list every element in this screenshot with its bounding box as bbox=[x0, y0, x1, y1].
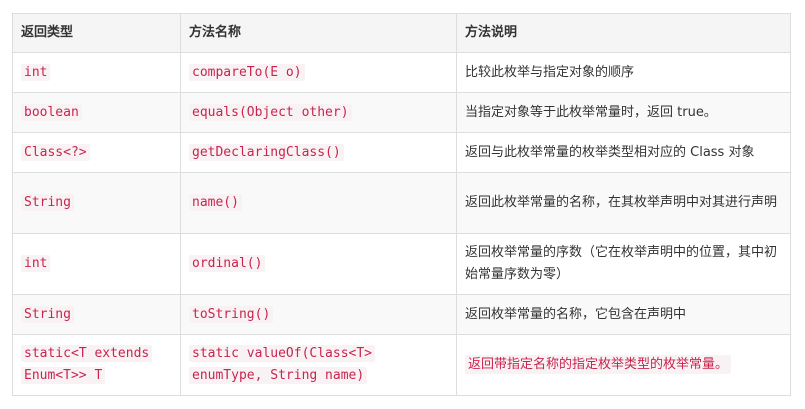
method-desc-cell: 返回此枚举常量的名称，在其枚举声明中对其进行声明 bbox=[456, 172, 791, 234]
method-name-code: toString() bbox=[189, 305, 274, 323]
method-name-code: name() bbox=[189, 194, 242, 211]
return-type-code: int bbox=[21, 255, 51, 272]
method-name-cell: name() bbox=[180, 172, 457, 234]
method-name-code: ordinal() bbox=[189, 255, 266, 272]
method-desc-cell: 返回与此枚举常量的枚举类型相对应的 Class 对象 bbox=[456, 132, 791, 173]
table-row: static<T extends Enum<T>> T static value… bbox=[12, 334, 791, 396]
return-type-cell: Class<?> bbox=[12, 132, 181, 173]
method-desc-cell: 返回带指定名称的指定枚举类型的枚举常量。 bbox=[456, 334, 791, 396]
return-type-code: Class<?> bbox=[21, 143, 90, 161]
method-name-code: getDeclaringClass() bbox=[189, 143, 344, 161]
table-row: Class<?> getDeclaringClass() 返回与此枚举常量的枚举… bbox=[12, 132, 791, 173]
method-name-cell: static valueOf(Class<T> enumType, String… bbox=[180, 334, 457, 396]
table-row: boolean equals(Object other) 当指定对象等于此枚举常… bbox=[12, 92, 791, 133]
method-name-code: static valueOf(Class<T> enumType, String… bbox=[189, 345, 376, 384]
method-desc-cell: 比较此枚举与指定对象的顺序 bbox=[456, 52, 791, 93]
return-type-cell: String bbox=[12, 294, 181, 335]
method-name-cell: compareTo(E o) bbox=[180, 52, 457, 93]
method-name-cell: getDeclaringClass() bbox=[180, 132, 457, 173]
return-type-code: boolean bbox=[21, 103, 82, 121]
table-row: String toString() 返回枚举常量的名称，它包含在声明中 bbox=[12, 294, 791, 335]
method-name-cell: equals(Object other) bbox=[180, 92, 457, 133]
enum-methods-table: 返回类型 方法名称 方法说明 int compareTo(E o) 比较此枚举与… bbox=[12, 13, 791, 396]
return-type-cell: boolean bbox=[12, 92, 181, 133]
method-name-cell: ordinal() bbox=[180, 233, 457, 295]
method-name-code: compareTo(E o) bbox=[189, 63, 305, 81]
return-type-cell: static<T extends Enum<T>> T bbox=[12, 334, 181, 396]
table-row: int ordinal() 返回枚举常量的序数（它在枚举声明中的位置，其中初始常… bbox=[12, 233, 791, 295]
method-name-cell: toString() bbox=[180, 294, 457, 335]
return-type-cell: int bbox=[12, 233, 181, 295]
return-type-code: String bbox=[21, 194, 74, 211]
table-header-row: 返回类型 方法名称 方法说明 bbox=[12, 13, 791, 53]
method-desc-highlight: 返回带指定名称的指定枚举类型的枚举常量。 bbox=[465, 355, 732, 374]
method-name-code: equals(Object other) bbox=[189, 103, 352, 121]
method-desc-cell: 当指定对象等于此枚举常量时，返回 true。 bbox=[456, 92, 791, 133]
table-row: String name() 返回此枚举常量的名称，在其枚举声明中对其进行声明 bbox=[12, 172, 791, 234]
table-row: int compareTo(E o) 比较此枚举与指定对象的顺序 bbox=[12, 52, 791, 93]
return-type-code: String bbox=[21, 305, 74, 323]
return-type-code: int bbox=[21, 63, 51, 81]
header-method-desc: 方法说明 bbox=[456, 13, 791, 53]
return-type-code: static<T extends Enum<T>> T bbox=[21, 345, 153, 384]
header-return-type: 返回类型 bbox=[12, 13, 181, 53]
return-type-cell: String bbox=[12, 172, 181, 234]
method-desc-cell: 返回枚举常量的序数（它在枚举声明中的位置，其中初始常量序数为零） bbox=[456, 233, 791, 295]
header-method-name: 方法名称 bbox=[180, 13, 457, 53]
return-type-cell: int bbox=[12, 52, 181, 93]
method-desc-cell: 返回枚举常量的名称，它包含在声明中 bbox=[456, 294, 791, 335]
